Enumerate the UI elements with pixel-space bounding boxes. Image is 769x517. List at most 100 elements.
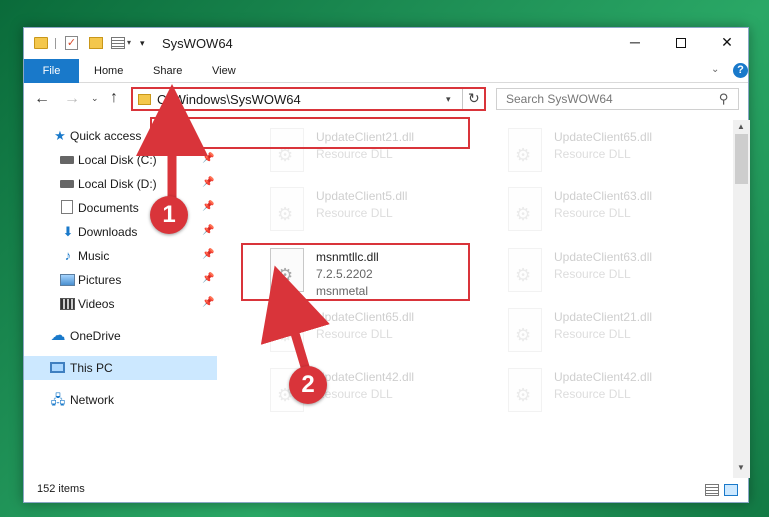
- large-icons-view-icon[interactable]: [724, 484, 738, 496]
- toolbar-separator: [55, 38, 56, 49]
- file-tile[interactable]: UpdateClient42.dll Resource DLL: [270, 368, 500, 422]
- sidebar-item-videos[interactable]: Videos 📌: [24, 292, 217, 316]
- dll-file-icon: [508, 187, 542, 231]
- item-count: 152 items: [37, 483, 85, 495]
- search-placeholder: Search SysWOW64: [506, 92, 613, 106]
- tab-home[interactable]: Home: [94, 59, 123, 83]
- back-button[interactable]: ←: [34, 90, 50, 108]
- scroll-down-icon[interactable]: ▼: [737, 463, 745, 472]
- sidebar-item-label: Pictures: [78, 273, 122, 287]
- file-tile[interactable]: UpdateClient21.dll Resource DLL: [508, 308, 732, 362]
- details-view-icon[interactable]: [705, 484, 719, 496]
- properties-icon[interactable]: [111, 37, 125, 49]
- pin-icon[interactable]: 📌: [202, 153, 214, 164]
- sidebar-item-label: OneDrive: [70, 329, 121, 343]
- dropdown-arrow-icon[interactable]: ▾: [127, 38, 131, 54]
- file-description: Resource DLL: [554, 147, 631, 161]
- computer-icon: [50, 362, 65, 373]
- sidebar-item-label: Quick access: [70, 129, 142, 143]
- file-description: Resource DLL: [554, 206, 631, 220]
- sidebar-item-quick-access[interactable]: ★ Quick access: [24, 124, 217, 148]
- file-description: Resource DLL: [316, 327, 393, 341]
- scrollbar-thumb[interactable]: [735, 134, 748, 184]
- sidebar-item-network[interactable]: 🖧 Network: [24, 388, 217, 412]
- address-path[interactable]: C:\Windows\SysWOW64: [157, 92, 301, 107]
- file-tile[interactable]: UpdateClient65.dll Resource DLL: [270, 308, 500, 362]
- maximize-button[interactable]: [658, 28, 704, 59]
- file-name: msnmtllc.dll: [316, 250, 379, 264]
- forward-button[interactable]: →: [64, 90, 80, 108]
- sidebar-item-onedrive[interactable]: ☁ OneDrive: [24, 324, 217, 348]
- close-button[interactable]: ✕: [704, 28, 750, 59]
- file-tile[interactable]: UpdateClient21.dll Resource DLL: [270, 128, 500, 182]
- file-tile[interactable]: UpdateClient65.dll Resource DLL: [508, 128, 732, 182]
- properties-check-icon[interactable]: ✓: [65, 36, 78, 50]
- dll-file-icon: [270, 128, 304, 172]
- refresh-button[interactable]: ↻: [468, 90, 480, 107]
- pin-icon[interactable]: 📌: [202, 201, 214, 212]
- tab-file[interactable]: File: [24, 59, 79, 83]
- address-dropdown-icon[interactable]: ▾: [446, 94, 451, 105]
- recent-locations-icon[interactable]: ⌄: [91, 93, 99, 104]
- dll-file-icon: [508, 128, 542, 172]
- window-title: SysWOW64: [162, 36, 233, 51]
- file-name: UpdateClient21.dll: [316, 130, 415, 144]
- up-button[interactable]: ↑: [110, 89, 118, 107]
- tab-view[interactable]: View: [212, 59, 236, 83]
- file-description: Resource DLL: [554, 387, 631, 401]
- file-description: Resource DLL: [316, 206, 393, 220]
- file-name: UpdateClient63.dll: [554, 250, 653, 264]
- file-name: UpdateClient65.dll: [554, 130, 653, 144]
- sidebar-item-label: Downloads: [78, 225, 138, 239]
- dll-file-icon: [508, 248, 542, 292]
- address-bar[interactable]: C:\Windows\SysWOW64 ▾ ↻: [131, 87, 486, 111]
- customize-quick-access-icon[interactable]: ▾: [140, 38, 145, 54]
- pin-icon[interactable]: 📌: [202, 297, 214, 308]
- sidebar-item-documents[interactable]: Documents 📌: [24, 196, 217, 220]
- search-icon[interactable]: ⚲: [719, 91, 729, 107]
- sidebar-item-local-disk-c[interactable]: Local Disk (C:) 📌: [24, 148, 217, 172]
- dll-file-icon: [270, 248, 304, 292]
- scroll-up-icon[interactable]: ▲: [737, 122, 745, 131]
- dll-file-icon: [270, 187, 304, 231]
- sidebar-item-downloads[interactable]: ⬇ Downloads 📌: [24, 220, 217, 244]
- pin-icon[interactable]: 📌: [202, 249, 214, 260]
- file-tile[interactable]: UpdateClient63.dll Resource DLL: [508, 248, 732, 302]
- pin-icon[interactable]: 📌: [202, 273, 214, 284]
- star-icon: ★: [54, 128, 66, 143]
- sidebar-item-music[interactable]: ♪ Music 📌: [24, 244, 217, 268]
- disk-icon: [60, 156, 74, 164]
- pin-icon[interactable]: 📌: [202, 177, 214, 188]
- sidebar-item-label: Music: [78, 249, 110, 263]
- file-version: 7.2.5.2202: [316, 267, 373, 281]
- vertical-scrollbar[interactable]: ▲ ▼: [733, 120, 750, 478]
- sidebar-item-this-pc[interactable]: This PC: [24, 356, 217, 380]
- file-name: UpdateClient63.dll: [554, 189, 653, 203]
- navigation-pane: ★ Quick access Local Disk (C:) 📌 Local D…: [24, 120, 217, 478]
- search-input[interactable]: Search SysWOW64 ⚲: [496, 88, 739, 110]
- pin-icon[interactable]: 📌: [202, 225, 214, 236]
- file-tile[interactable]: UpdateClient42.dll Resource DLL: [508, 368, 732, 422]
- ribbon: File Home Share View ⌄ ?: [24, 59, 748, 83]
- file-description: Resource DLL: [316, 387, 393, 401]
- tab-share[interactable]: Share: [153, 59, 182, 83]
- file-list: UpdateClient21.dll Resource DLL UpdateCl…: [232, 120, 732, 476]
- sidebar-item-label: Network: [70, 393, 115, 407]
- sidebar-item-pictures[interactable]: Pictures 📌: [24, 268, 217, 292]
- explorer-window: ✓ ▾ ▾ SysWOW64 ─ ✕ File Home Share View …: [23, 27, 750, 503]
- file-tile-selected[interactable]: msnmtllc.dll 7.2.5.2202 msnmetal: [270, 248, 500, 302]
- sidebar-item-label: Local Disk (C:): [78, 153, 157, 167]
- sidebar-item-local-disk-d[interactable]: Local Disk (D:) 📌: [24, 172, 217, 196]
- minimize-button[interactable]: ─: [612, 28, 658, 59]
- videos-icon: [60, 298, 75, 310]
- file-tile[interactable]: UpdateClient5.dll Resource DLL: [270, 187, 500, 241]
- file-description: Resource DLL: [554, 267, 631, 281]
- new-folder-icon[interactable]: [89, 37, 103, 49]
- file-description: Resource DLL: [554, 327, 631, 341]
- file-tile[interactable]: UpdateClient63.dll Resource DLL: [508, 187, 732, 241]
- documents-icon: [61, 200, 73, 214]
- help-icon[interactable]: ?: [733, 63, 748, 78]
- folder-icon: [138, 94, 151, 105]
- file-name: UpdateClient42.dll: [554, 370, 653, 384]
- expand-ribbon-icon[interactable]: ⌄: [711, 64, 719, 75]
